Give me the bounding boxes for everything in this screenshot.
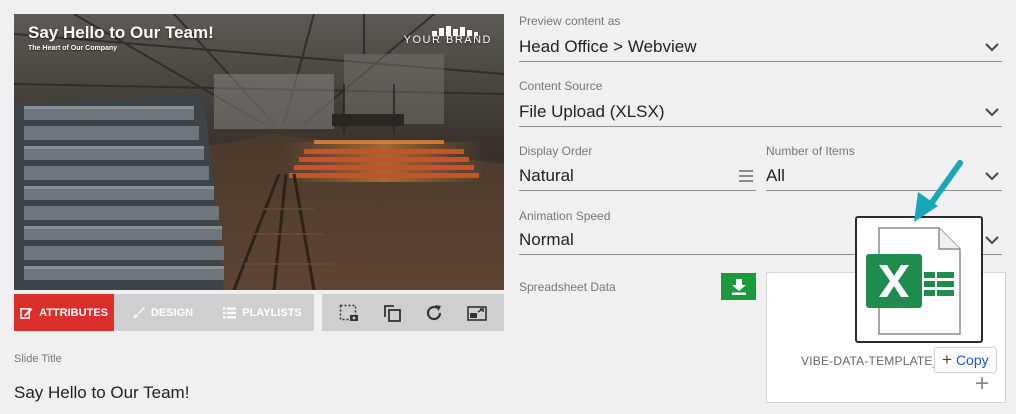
screenshot-icon (340, 304, 359, 321)
preview-subtitle: The Heart of Our Company (28, 45, 118, 52)
tab-attributes[interactable]: ATTRIBUTES (14, 294, 114, 331)
number-of-items-label: Number of Items (766, 144, 855, 158)
add-file-button[interactable]: + (975, 372, 989, 396)
animation-speed-label: Animation Speed (519, 209, 611, 223)
download-icon (731, 279, 746, 295)
slide-title-input[interactable]: Say Hello to Our Team! (14, 383, 189, 403)
content-source-value: File Upload (XLSX) (519, 101, 665, 121)
brand-logo: YOUR BRAND (404, 34, 492, 46)
spreadsheet-data-label: Spreadsheet Data (519, 280, 616, 294)
tab-design-label: DESIGN (150, 306, 194, 319)
copy-button-label: Copy (955, 352, 989, 368)
preview-toolbar (322, 294, 504, 331)
preview-as-value: Head Office > Webview (519, 36, 697, 56)
slide-preview: Say Hello to Our Team! The Heart of Our … (14, 14, 504, 290)
excel-file-icon (866, 227, 961, 335)
tab-playlists-label: PLAYLISTS (242, 306, 302, 319)
chevron-down-icon (985, 235, 999, 244)
display-order-select[interactable]: Natural (519, 161, 756, 191)
menu-icon (739, 169, 753, 182)
preview-title: Say Hello to Our Team! (28, 23, 214, 42)
pointer-arrow-icon (914, 160, 963, 222)
fullscreen-button[interactable] (465, 301, 489, 325)
file-name: VIBE-DATA-TEMPLATE_E (801, 354, 948, 368)
fullscreen-icon (466, 305, 487, 321)
factory-photo (14, 14, 504, 290)
number-of-items-select[interactable]: All (766, 161, 1002, 191)
download-template-button[interactable] (721, 273, 756, 300)
content-source-select[interactable]: File Upload (XLSX) (519, 97, 1002, 127)
editor-tabbar: ATTRIBUTES DESIGN PLAYLISTS (14, 294, 504, 331)
tab-design[interactable]: DESIGN (114, 294, 211, 331)
tab-attributes-label: ATTRIBUTES (39, 306, 108, 319)
preview-as-label: Preview content as (519, 14, 621, 28)
animation-speed-value: Normal (519, 229, 574, 249)
number-of-items-value: All (766, 165, 785, 185)
chevron-down-icon (985, 42, 999, 51)
tab-playlists[interactable]: PLAYLISTS (211, 294, 314, 331)
chevron-down-icon (985, 171, 999, 180)
slide-title-label: Slide Title (14, 353, 62, 365)
list-icon (223, 306, 237, 318)
chevron-down-icon (985, 107, 999, 116)
screenshot-button[interactable] (337, 301, 361, 325)
content-source-label: Content Source (519, 79, 603, 93)
display-order-label: Display Order (519, 144, 593, 158)
display-order-value: Natural (519, 165, 574, 185)
edit-icon (20, 307, 33, 319)
brush-icon (132, 306, 145, 319)
duplicate-button[interactable] (380, 301, 404, 325)
refresh-icon (427, 304, 442, 320)
preview-as-select[interactable]: Head Office > Webview (519, 32, 1002, 62)
brand-text: YOUR BRAND (403, 34, 492, 46)
plus-icon: + (942, 350, 952, 369)
refresh-button[interactable] (422, 301, 446, 325)
excel-file-thumbnail[interactable] (855, 216, 983, 343)
duplicate-icon (383, 304, 401, 322)
